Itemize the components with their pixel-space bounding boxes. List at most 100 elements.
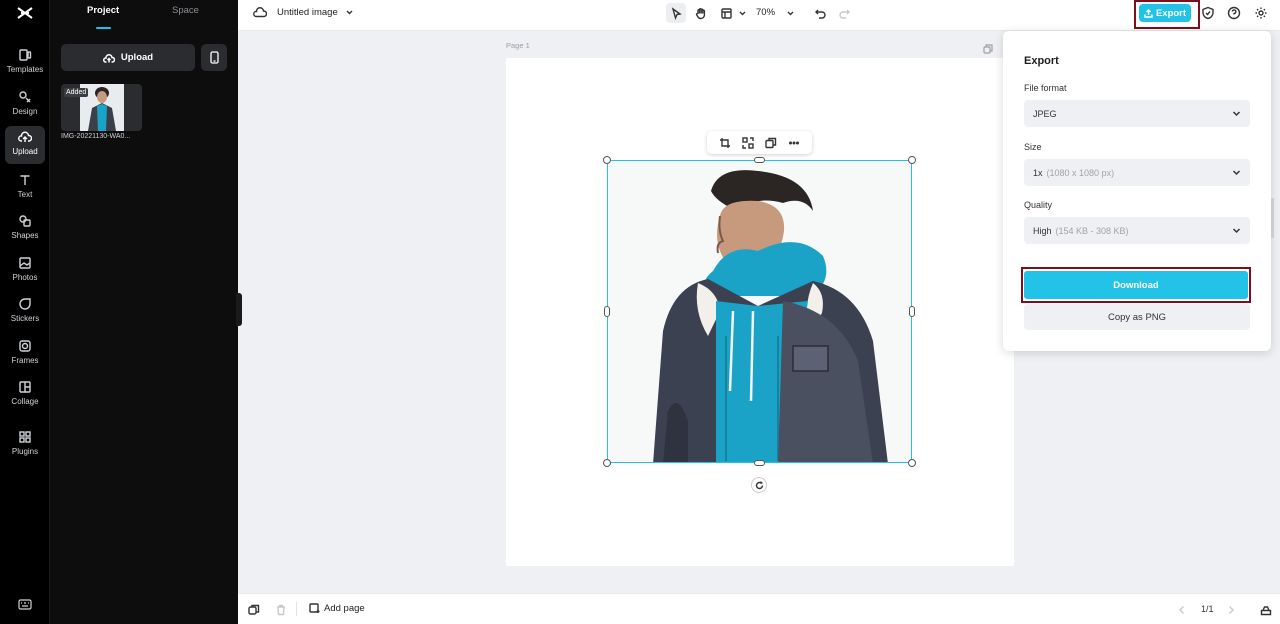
quality-select[interactable]: High (154 KB - 308 KB) <box>1024 217 1250 244</box>
rail-label: Plugins <box>11 447 39 456</box>
chevron-down-icon <box>346 10 353 14</box>
photos-icon <box>19 257 31 269</box>
upload-cloud-icon <box>18 131 32 142</box>
hand-icon <box>695 7 705 19</box>
zoom-dropdown[interactable] <box>780 3 800 23</box>
resize-handle-left[interactable] <box>604 306 610 317</box>
redo-button[interactable] <box>834 3 854 23</box>
rail-label: Text <box>17 190 33 199</box>
add-page-label: Add page <box>324 603 365 614</box>
top-toolbar: Untitled image 70% Export <box>238 0 1280 31</box>
hand-tool[interactable] <box>690 3 710 23</box>
resize-handle-right[interactable] <box>909 306 915 317</box>
tab-project[interactable]: Project <box>87 5 119 16</box>
shield-icon[interactable] <box>1201 6 1215 20</box>
design-icon <box>19 91 31 103</box>
shapes-icon <box>19 215 31 227</box>
file-format-select[interactable]: JPEG <box>1024 100 1250 127</box>
keyboard-shortcuts-icon[interactable] <box>18 597 32 610</box>
rail-item-stickers[interactable]: Stickers <box>5 293 45 331</box>
phone-icon <box>209 51 219 64</box>
trash-icon[interactable] <box>275 603 287 616</box>
quality-detail: (154 KB - 308 KB) <box>1055 225 1129 236</box>
nav-rail: Templates Design Upload Text Shapes Phot… <box>0 0 50 624</box>
export-panel: Export File format JPEG Size 1x (1080 x … <box>1003 31 1271 351</box>
plugins-icon <box>19 431 31 443</box>
resize-handle-bottom[interactable] <box>754 460 765 466</box>
collapse-panel-handle[interactable] <box>236 293 242 326</box>
tab-space[interactable]: Space <box>172 5 199 16</box>
divider <box>296 602 297 616</box>
replace-icon[interactable] <box>742 136 754 149</box>
copy-as-png-button[interactable]: Copy as PNG <box>1024 304 1250 330</box>
collage-icon <box>19 381 31 393</box>
rotate-handle[interactable] <box>751 477 767 493</box>
text-icon <box>20 175 30 185</box>
chevron-down-icon <box>1232 228 1241 234</box>
chevron-down-icon <box>1232 111 1241 117</box>
chevron-down-icon <box>1232 170 1241 176</box>
image-context-toolbar <box>707 131 812 154</box>
rail-item-frames[interactable]: Frames <box>5 335 45 373</box>
rail-item-templates[interactable]: Templates <box>5 44 45 82</box>
cursor-icon <box>671 6 682 20</box>
resize-icon <box>720 7 732 19</box>
previous-page-icon[interactable] <box>1176 603 1188 615</box>
rail-label: Frames <box>11 356 39 365</box>
rail-item-shapes[interactable]: Shapes <box>5 210 45 248</box>
resize-dropdown[interactable] <box>732 3 752 23</box>
more-options-icon[interactable] <box>788 137 800 149</box>
added-badge: Added <box>64 88 89 97</box>
upload-from-phone-button[interactable] <box>201 44 227 71</box>
rail-label: Stickers <box>10 314 40 323</box>
pages-overview-icon[interactable] <box>1260 603 1272 616</box>
capcut-logo-icon[interactable] <box>15 5 35 21</box>
rail-item-plugins[interactable]: Plugins <box>5 426 45 464</box>
person-photo <box>608 161 911 462</box>
document-title-text: Untitled image <box>277 6 338 18</box>
layers-icon[interactable] <box>248 603 260 615</box>
document-title[interactable]: Untitled image <box>253 6 354 18</box>
scrollbar[interactable] <box>1271 198 1274 238</box>
resize-handle-bottom-left[interactable] <box>603 459 611 467</box>
resize-handle-bottom-right[interactable] <box>908 459 916 467</box>
rail-item-design[interactable]: Design <box>5 86 45 124</box>
rail-item-collage[interactable]: Collage <box>5 376 45 414</box>
cloud-saved-icon <box>253 7 267 18</box>
size-select[interactable]: 1x (1080 x 1080 px) <box>1024 159 1250 186</box>
add-page-icon <box>309 603 320 613</box>
rotate-icon <box>755 481 763 489</box>
selected-image[interactable] <box>607 160 912 463</box>
resize-handle-top[interactable] <box>754 157 765 163</box>
duplicate-page-icon[interactable] <box>983 41 993 54</box>
upload-cloud-icon <box>102 53 115 63</box>
frames-icon <box>19 340 31 352</box>
resize-handle-top-right[interactable] <box>908 156 916 164</box>
rail-label: Templates <box>6 65 44 74</box>
rail-item-upload[interactable]: Upload <box>5 126 45 164</box>
crop-icon[interactable] <box>719 137 731 149</box>
rail-label: Shapes <box>11 231 39 240</box>
uploaded-image-thumbnail[interactable]: Added <box>61 84 142 131</box>
file-format-label: File format <box>1024 83 1067 93</box>
upload-button[interactable]: Upload <box>61 44 195 71</box>
duplicate-icon[interactable] <box>765 137 777 149</box>
rail-item-text[interactable]: Text <box>5 169 45 207</box>
resize-handle-top-left[interactable] <box>603 156 611 164</box>
bottom-toolbar: Add page 1/1 <box>238 593 1280 624</box>
gear-icon[interactable] <box>1254 6 1268 20</box>
rail-label: Photos <box>12 273 38 282</box>
help-icon[interactable] <box>1227 6 1241 20</box>
add-page-button[interactable]: Add page <box>309 603 365 614</box>
rail-item-photos[interactable]: Photos <box>5 252 45 290</box>
chevron-down-icon <box>739 11 745 15</box>
chevron-down-icon <box>787 11 793 15</box>
next-page-icon[interactable] <box>1225 603 1237 615</box>
thumbnail-filename: IMG-20221130-WA0... <box>61 133 131 140</box>
undo-button[interactable] <box>810 3 830 23</box>
export-panel-title: Export <box>1024 55 1059 67</box>
zoom-level[interactable]: 70% <box>756 7 775 18</box>
select-tool[interactable] <box>666 3 686 23</box>
page-label: Page 1 <box>506 41 530 50</box>
tab-underline <box>96 27 111 29</box>
